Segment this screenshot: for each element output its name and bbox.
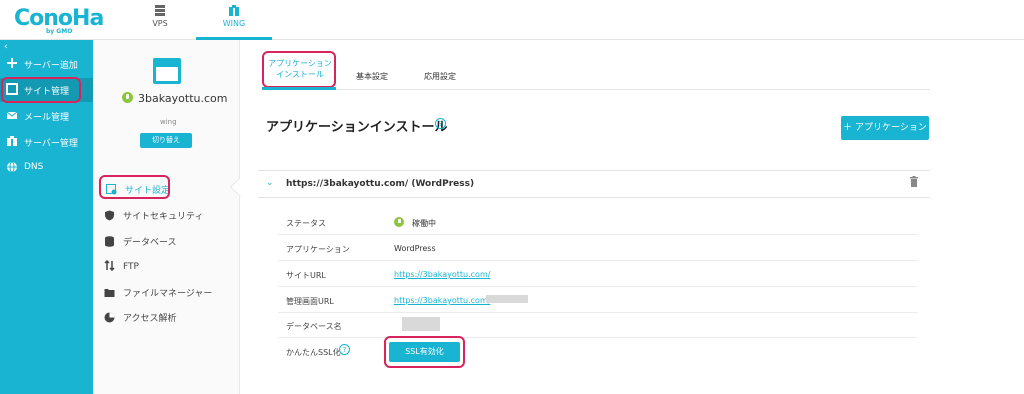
sidebar-item-label: DNS bbox=[24, 162, 44, 172]
row-status: ステータス 稼働中 bbox=[278, 210, 918, 235]
panel-item-ftp[interactable]: FTP bbox=[104, 260, 139, 272]
tab-advanced-settings[interactable]: 応用設定 bbox=[424, 71, 456, 82]
panel-item-label: ファイルマネージャー bbox=[123, 289, 213, 299]
nav-wing-label: WING bbox=[222, 19, 246, 28]
status-value: 稼働中 bbox=[412, 219, 436, 228]
sidebar-item-label: サーバー管理 bbox=[24, 139, 78, 149]
panel-item-file-manager[interactable]: ファイルマネージャー bbox=[104, 286, 212, 299]
shield-icon bbox=[105, 210, 114, 221]
ssl-help-icon[interactable]: ? bbox=[339, 344, 350, 355]
folder-icon bbox=[104, 289, 115, 297]
wing-icon bbox=[229, 5, 239, 16]
trash-icon[interactable] bbox=[909, 176, 919, 187]
row-key: アプリケーション bbox=[286, 245, 350, 254]
database-icon bbox=[105, 236, 114, 247]
add-application-button[interactable]: ＋ アプリケーション bbox=[841, 116, 929, 140]
highlight-site-management bbox=[1, 77, 81, 103]
app-root: ConoHa by GMO VPS WING ‹ サーバー追加 サイト管理 メー… bbox=[0, 0, 1024, 394]
top-header: ConoHa by GMO VPS WING bbox=[0, 0, 1024, 40]
transfer-icon bbox=[104, 260, 115, 271]
nav-wing[interactable]: WING bbox=[196, 0, 272, 40]
tab-divider bbox=[262, 89, 930, 90]
panel-item-label: アクセス解析 bbox=[123, 314, 177, 324]
globe-icon bbox=[7, 161, 17, 173]
chevron-down-icon[interactable]: ⌄ bbox=[266, 178, 274, 188]
sidebar-item-dns[interactable]: DNS bbox=[0, 156, 93, 180]
server-stack-icon bbox=[155, 5, 165, 16]
row-key: かんたんSSL化 bbox=[286, 348, 341, 357]
panel-item-database[interactable]: データベース bbox=[104, 235, 177, 248]
row-key: ステータス bbox=[286, 219, 326, 228]
row-value: WordPress bbox=[394, 244, 436, 253]
row-easy-ssl: かんたんSSL化 bbox=[278, 339, 918, 364]
status-running-icon bbox=[394, 217, 404, 227]
highlight-ssl-button bbox=[384, 336, 465, 368]
site-domain: 3bakayottu.com bbox=[138, 92, 228, 105]
tab-active-indicator bbox=[262, 87, 336, 90]
panel-item-label: サイトセキュリティ bbox=[123, 212, 204, 222]
row-key: 管理画面URL bbox=[286, 297, 334, 306]
plus-icon bbox=[7, 58, 17, 68]
nav-vps-label: VPS bbox=[152, 19, 168, 28]
website-icon bbox=[153, 58, 181, 84]
highlight-site-settings bbox=[99, 175, 170, 199]
app-card-title: https://3bakayottu.com/ (WordPress) bbox=[286, 179, 475, 189]
tab-basic-settings[interactable]: 基本設定 bbox=[356, 71, 388, 82]
row-site-url: サイトURL https://3bakayottu.com/ bbox=[278, 262, 918, 287]
panel-item-site-security[interactable]: サイトセキュリティ bbox=[104, 209, 203, 222]
admin-url-link[interactable]: https://3bakayottu.com/ bbox=[394, 296, 490, 305]
panel-item-label: データベース bbox=[123, 238, 177, 248]
row-key: サイトURL bbox=[286, 271, 326, 280]
row-admin-url: 管理画面URL https://3bakayottu.com/ bbox=[278, 288, 918, 313]
power-status-icon bbox=[122, 92, 133, 103]
help-icon[interactable]: ? bbox=[435, 118, 446, 129]
panel-item-access-analytics[interactable]: アクセス解析 bbox=[104, 311, 177, 324]
redacted-admin-path bbox=[486, 295, 528, 303]
mail-icon bbox=[6, 111, 18, 119]
plan-label: wing bbox=[160, 118, 177, 126]
collapse-sidebar-icon[interactable]: ‹ bbox=[4, 42, 8, 52]
sidebar-item-label: メール管理 bbox=[24, 113, 70, 123]
nav-vps[interactable]: VPS bbox=[130, 0, 190, 40]
highlight-app-tab bbox=[262, 51, 336, 88]
page-title: アプリケーションインストール bbox=[266, 120, 448, 135]
row-application: アプリケーション WordPress bbox=[278, 236, 918, 261]
row-key: データベース名 bbox=[286, 322, 342, 331]
switch-site-button[interactable]: 切り替え bbox=[140, 133, 192, 148]
sidebar-item-server[interactable]: サーバー管理 bbox=[0, 130, 93, 154]
row-database-name: データベース名 bbox=[278, 313, 918, 338]
sidebar-item-add-server[interactable]: サーバー追加 bbox=[0, 52, 93, 76]
server-icon bbox=[7, 136, 17, 146]
sidebar-item-label: サーバー追加 bbox=[24, 61, 78, 71]
site-url-link[interactable]: https://3bakayottu.com/ bbox=[394, 270, 490, 279]
sidebar-item-mail[interactable]: メール管理 bbox=[0, 104, 93, 128]
logo-sub: by GMO bbox=[46, 28, 73, 35]
panel-item-label: FTP bbox=[123, 262, 139, 272]
redacted-database-name bbox=[402, 317, 440, 331]
pie-chart-icon bbox=[104, 312, 115, 323]
